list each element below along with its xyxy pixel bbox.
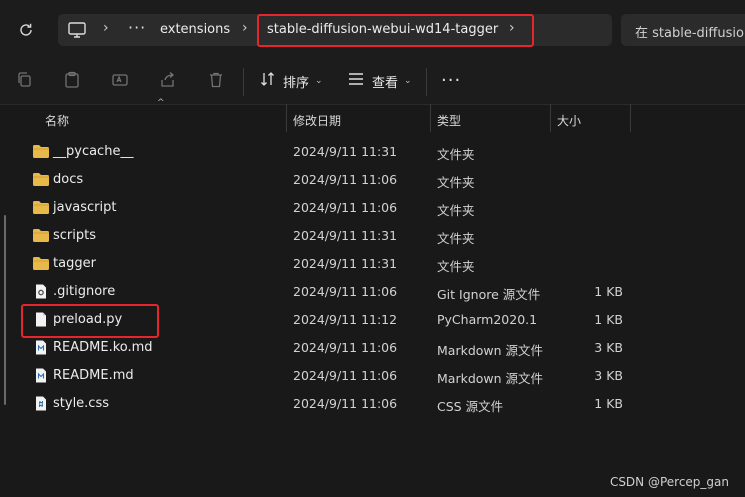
view-button[interactable]: 查看 ⌄ bbox=[348, 70, 412, 92]
sort-label: 排序 bbox=[283, 75, 310, 91]
file-name: tagger bbox=[53, 256, 96, 271]
css-file-icon bbox=[32, 396, 50, 411]
file-type: Markdown 源文件 bbox=[437, 371, 544, 386]
folder-icon bbox=[32, 256, 50, 271]
view-list-icon bbox=[348, 72, 364, 90]
file-name: style.css bbox=[53, 396, 109, 411]
file-explorer-window: › ··· › extensions stable-diffusion-webu… bbox=[0, 0, 745, 497]
file-size: 3 KB bbox=[594, 340, 623, 355]
column-header-modified[interactable]: 修改日期 bbox=[293, 112, 341, 129]
column-header-name[interactable]: 名称 bbox=[45, 112, 69, 129]
file-size: 1 KB bbox=[594, 396, 623, 411]
file-type: 文件夹 bbox=[437, 175, 475, 190]
column-header-row: 名称 修改日期 类型 大小 bbox=[0, 104, 745, 134]
column-divider[interactable] bbox=[430, 104, 431, 132]
file-type: 文件夹 bbox=[437, 203, 475, 218]
chevron-down-icon: ⌄ bbox=[315, 76, 323, 86]
column-header-size[interactable]: 大小 bbox=[557, 112, 581, 129]
file-modified: 2024/9/11 11:31 bbox=[293, 228, 398, 243]
list-item[interactable]: scripts 2024/9/11 11:31 文件夹 bbox=[0, 221, 745, 249]
delete-icon[interactable] bbox=[207, 71, 227, 91]
file-type: 文件夹 bbox=[437, 231, 475, 246]
search-input[interactable]: 在 stable-diffusion-webui-wd14-tagger 中搜索 bbox=[621, 14, 745, 46]
paste-icon[interactable] bbox=[63, 71, 83, 91]
file-name: docs bbox=[53, 172, 84, 187]
sort-button[interactable]: 排序 ⌄ bbox=[260, 70, 323, 92]
folder-icon bbox=[32, 172, 50, 187]
file-size: 1 KB bbox=[594, 312, 623, 327]
column-divider[interactable] bbox=[286, 104, 287, 132]
file-type: 文件夹 bbox=[437, 147, 475, 162]
file-type: PyCharm2020.1 bbox=[437, 312, 538, 327]
share-icon[interactable] bbox=[159, 71, 179, 91]
list-item[interactable]: .gitignore 2024/9/11 11:06 Git Ignore 源文… bbox=[0, 277, 745, 305]
list-item[interactable]: javascript 2024/9/11 11:06 文件夹 bbox=[0, 193, 745, 221]
file-size: 3 KB bbox=[594, 368, 623, 383]
search-placeholder: 在 stable-diffusion-webui-wd14-tagger 中搜索 bbox=[635, 26, 745, 41]
list-item[interactable]: docs 2024/9/11 11:06 文件夹 bbox=[0, 165, 745, 193]
command-bar: 排序 ⌄ 查看 ⌄ ··· bbox=[0, 58, 745, 105]
file-size: 1 KB bbox=[594, 284, 623, 299]
refresh-icon[interactable] bbox=[14, 18, 38, 42]
watermark: CSDN @Percep_gan bbox=[609, 475, 729, 489]
toolbar-divider bbox=[243, 68, 244, 96]
file-name: scripts bbox=[53, 228, 96, 243]
chevron-right-icon[interactable]: › bbox=[103, 20, 109, 36]
file-type: CSS 源文件 bbox=[437, 399, 504, 414]
file-modified: 2024/9/11 11:31 bbox=[293, 144, 398, 159]
file-modified: 2024/9/11 11:06 bbox=[293, 396, 398, 411]
list-item[interactable]: README.md 2024/9/11 11:06 Markdown 源文件 3… bbox=[0, 361, 745, 389]
file-type: 文件夹 bbox=[437, 259, 475, 274]
file-modified: 2024/9/11 11:06 bbox=[293, 172, 398, 187]
file-modified: 2024/9/11 11:06 bbox=[293, 368, 398, 383]
markdown-file-icon bbox=[32, 368, 50, 383]
list-item[interactable]: style.css 2024/9/11 11:06 CSS 源文件 1 KB bbox=[0, 389, 745, 417]
computer-icon[interactable] bbox=[67, 21, 87, 39]
rename-icon[interactable] bbox=[111, 71, 131, 91]
more-options-button[interactable]: ··· bbox=[441, 70, 461, 91]
highlight-box-path bbox=[257, 14, 534, 47]
list-item[interactable]: __pycache__ 2024/9/11 11:31 文件夹 bbox=[0, 137, 745, 165]
chevron-down-icon: ⌄ bbox=[404, 76, 412, 86]
file-type: Markdown 源文件 bbox=[437, 343, 544, 358]
folder-icon bbox=[32, 144, 50, 159]
file-name: javascript bbox=[53, 200, 117, 215]
chevron-right-icon[interactable]: › bbox=[242, 20, 248, 36]
list-item[interactable]: tagger 2024/9/11 11:31 文件夹 bbox=[0, 249, 745, 277]
sort-icon bbox=[260, 71, 276, 91]
address-bar-area: › ··· › extensions stable-diffusion-webu… bbox=[0, 0, 745, 58]
file-name: .gitignore bbox=[53, 284, 116, 299]
toolbar-divider bbox=[426, 68, 427, 96]
column-divider[interactable] bbox=[550, 104, 551, 132]
file-name: README.ko.md bbox=[53, 340, 153, 355]
file-modified: 2024/9/11 11:06 bbox=[293, 284, 398, 299]
file-modified: 2024/9/11 11:06 bbox=[293, 200, 398, 215]
breadcrumb-overflow-button[interactable]: ··· bbox=[128, 18, 146, 37]
column-header-type[interactable]: 类型 bbox=[437, 112, 461, 129]
file-name: README.md bbox=[53, 368, 134, 383]
folder-icon bbox=[32, 200, 50, 215]
copy-icon[interactable] bbox=[16, 71, 36, 91]
column-divider[interactable] bbox=[630, 104, 631, 132]
view-label: 查看 bbox=[372, 75, 399, 91]
file-name: __pycache__ bbox=[53, 144, 134, 159]
markdown-file-icon bbox=[32, 340, 50, 355]
folder-icon bbox=[32, 228, 50, 243]
file-type: Git Ignore 源文件 bbox=[437, 287, 541, 302]
file-modified: 2024/9/11 11:12 bbox=[293, 312, 398, 327]
breadcrumb-extensions[interactable]: extensions bbox=[160, 22, 230, 37]
file-modified: 2024/9/11 11:31 bbox=[293, 256, 398, 271]
gear-file-icon bbox=[32, 284, 50, 299]
file-modified: 2024/9/11 11:06 bbox=[293, 340, 398, 355]
highlight-box-file bbox=[21, 304, 159, 338]
